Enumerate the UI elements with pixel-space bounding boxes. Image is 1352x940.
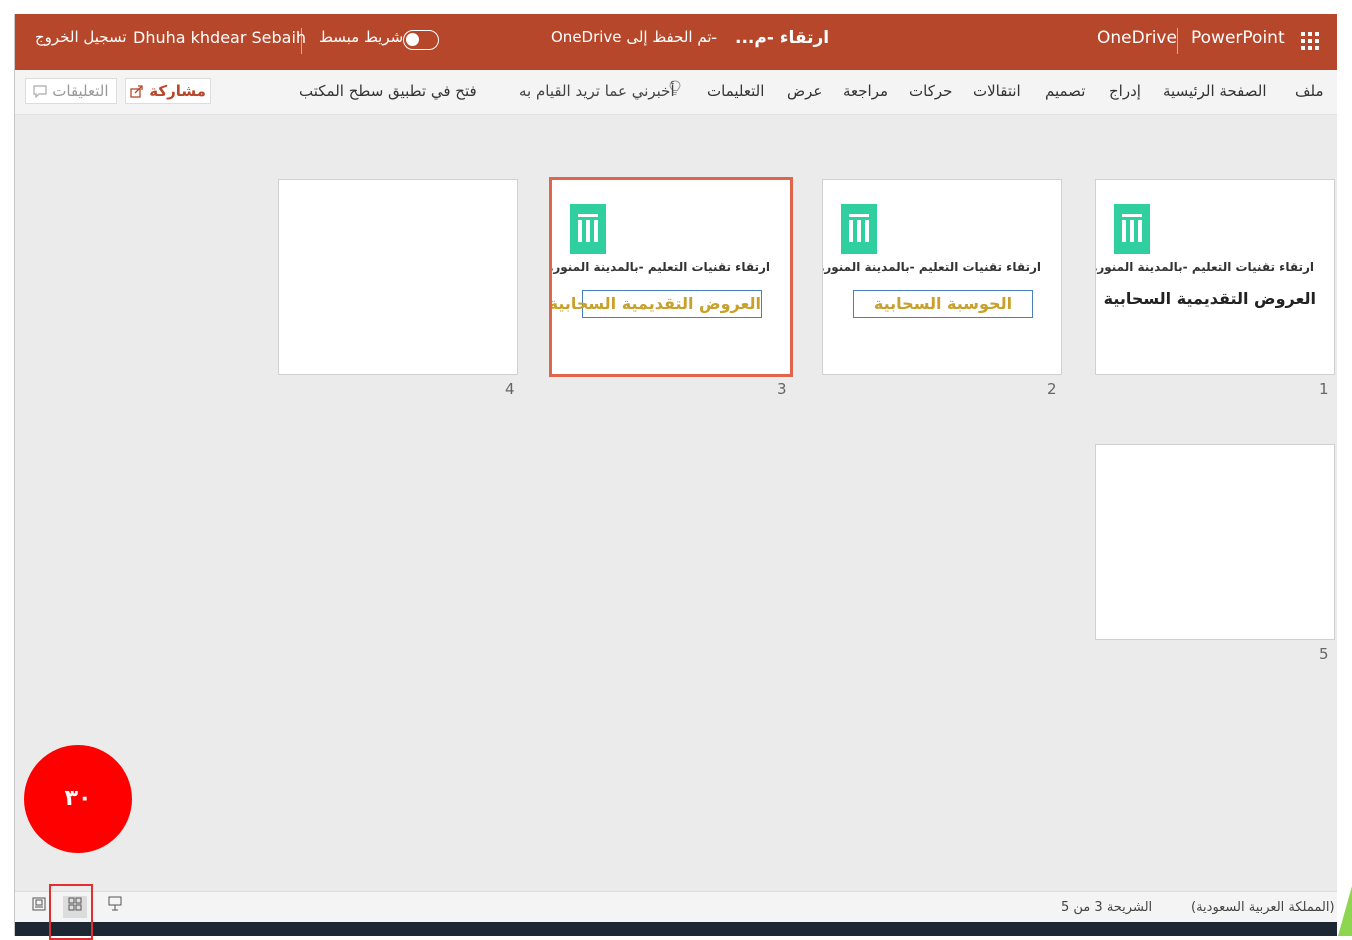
divider (1177, 28, 1178, 54)
logo-icon (570, 204, 606, 254)
title-separator: - (711, 28, 718, 48)
slide-thumbnail-4[interactable] (278, 179, 518, 375)
tab-help[interactable]: التعليمات (707, 82, 764, 100)
tab-review[interactable]: مراجعة (843, 82, 888, 100)
title-bar: PowerPoint OneDrive ارتقاء -م... - تم ال… (15, 14, 1337, 70)
comment-icon (33, 85, 48, 99)
slide-number: 2 (1047, 380, 1057, 398)
step-marker: ٣٠ (24, 745, 132, 853)
status-bar: العربية (المملكة العربية السعودية) الشري… (15, 891, 1337, 922)
slide-title: الحوسبة السحابية (853, 290, 1033, 318)
slide-subtitle: ارتقاء تقنيات التعليم -بالمدينة المنوره (822, 260, 1041, 274)
tell-me-search[interactable]: أخبرني عما تريد القيام به (519, 82, 675, 100)
document-title[interactable]: ارتقاء -م... (735, 28, 829, 48)
tab-animations[interactable]: حركات (909, 82, 952, 100)
tab-design[interactable]: تصميم (1045, 82, 1085, 100)
slide-title: العروض التقديمية السحابية (552, 290, 762, 318)
slide-number: 1 (1319, 380, 1329, 398)
slide-number: 5 (1319, 645, 1329, 663)
app-launcher-icon[interactable] (1301, 32, 1319, 50)
os-taskbar (15, 922, 1337, 936)
slide-title: العروض التقديمية السحابية (1103, 289, 1316, 308)
tab-view[interactable]: عرض (787, 82, 822, 100)
app-name[interactable]: PowerPoint (1191, 28, 1285, 48)
slide-indicator: الشريحة 3 من 5 (1061, 900, 1153, 915)
save-status: تم الحفظ إلى OneDrive (551, 28, 712, 46)
normal-view-icon[interactable] (27, 896, 51, 918)
onedrive-link[interactable]: OneDrive (1097, 28, 1177, 48)
slide-number: 4 (505, 380, 515, 398)
slide-thumbnail-5[interactable] (1095, 444, 1335, 640)
comments-label: التعليقات (52, 82, 109, 100)
highlight-box (49, 884, 93, 940)
share-label: مشاركة (149, 82, 206, 100)
logo-icon (1114, 204, 1150, 254)
slide-thumbnail-3[interactable]: ارتقاء تقنيات التعليم -بالمدينة المنوره … (549, 177, 793, 377)
simplified-ribbon-label: شريط مبسط (319, 28, 404, 46)
comments-button[interactable]: التعليقات (25, 78, 117, 104)
slide-subtitle: ارتقاء تقنيات التعليم -بالمدينة المنوره (1095, 260, 1314, 274)
slide-number: 3 (777, 380, 787, 398)
logo-icon (841, 204, 877, 254)
share-button[interactable]: مشاركة (125, 78, 211, 104)
tab-insert[interactable]: إدراج (1109, 82, 1141, 100)
ribbon-tabs: ملف الصفحة الرئيسية إدراج تصميم انتقالات… (15, 70, 1337, 115)
slide-thumbnail-1[interactable]: ارتقاء تقنيات التعليم -بالمدينة المنوره … (1095, 179, 1335, 375)
corner-decoration (1338, 886, 1352, 936)
open-in-desktop-app[interactable]: فتح في تطبيق سطح المكتب (299, 82, 477, 100)
sign-out-link[interactable]: تسجيل الخروج (35, 28, 127, 46)
tab-file[interactable]: ملف (1295, 82, 1324, 100)
slide-thumbnail-2[interactable]: ارتقاء تقنيات التعليم -بالمدينة المنوره … (822, 179, 1062, 375)
powerpoint-online-window: PowerPoint OneDrive ارتقاء -م... - تم ال… (14, 14, 1337, 936)
simplified-ribbon-toggle[interactable] (403, 30, 439, 50)
language-indicator[interactable]: العربية (المملكة العربية السعودية) (1191, 900, 1337, 915)
tab-transitions[interactable]: انتقالات (973, 82, 1021, 100)
slideshow-icon[interactable] (103, 896, 127, 918)
tab-home[interactable]: الصفحة الرئيسية (1163, 82, 1267, 100)
slide-subtitle: ارتقاء تقنيات التعليم -بالمدينة المنوره (549, 260, 770, 274)
share-icon (130, 85, 143, 98)
user-name[interactable]: Dhuha khdear Sebaih (133, 28, 306, 47)
